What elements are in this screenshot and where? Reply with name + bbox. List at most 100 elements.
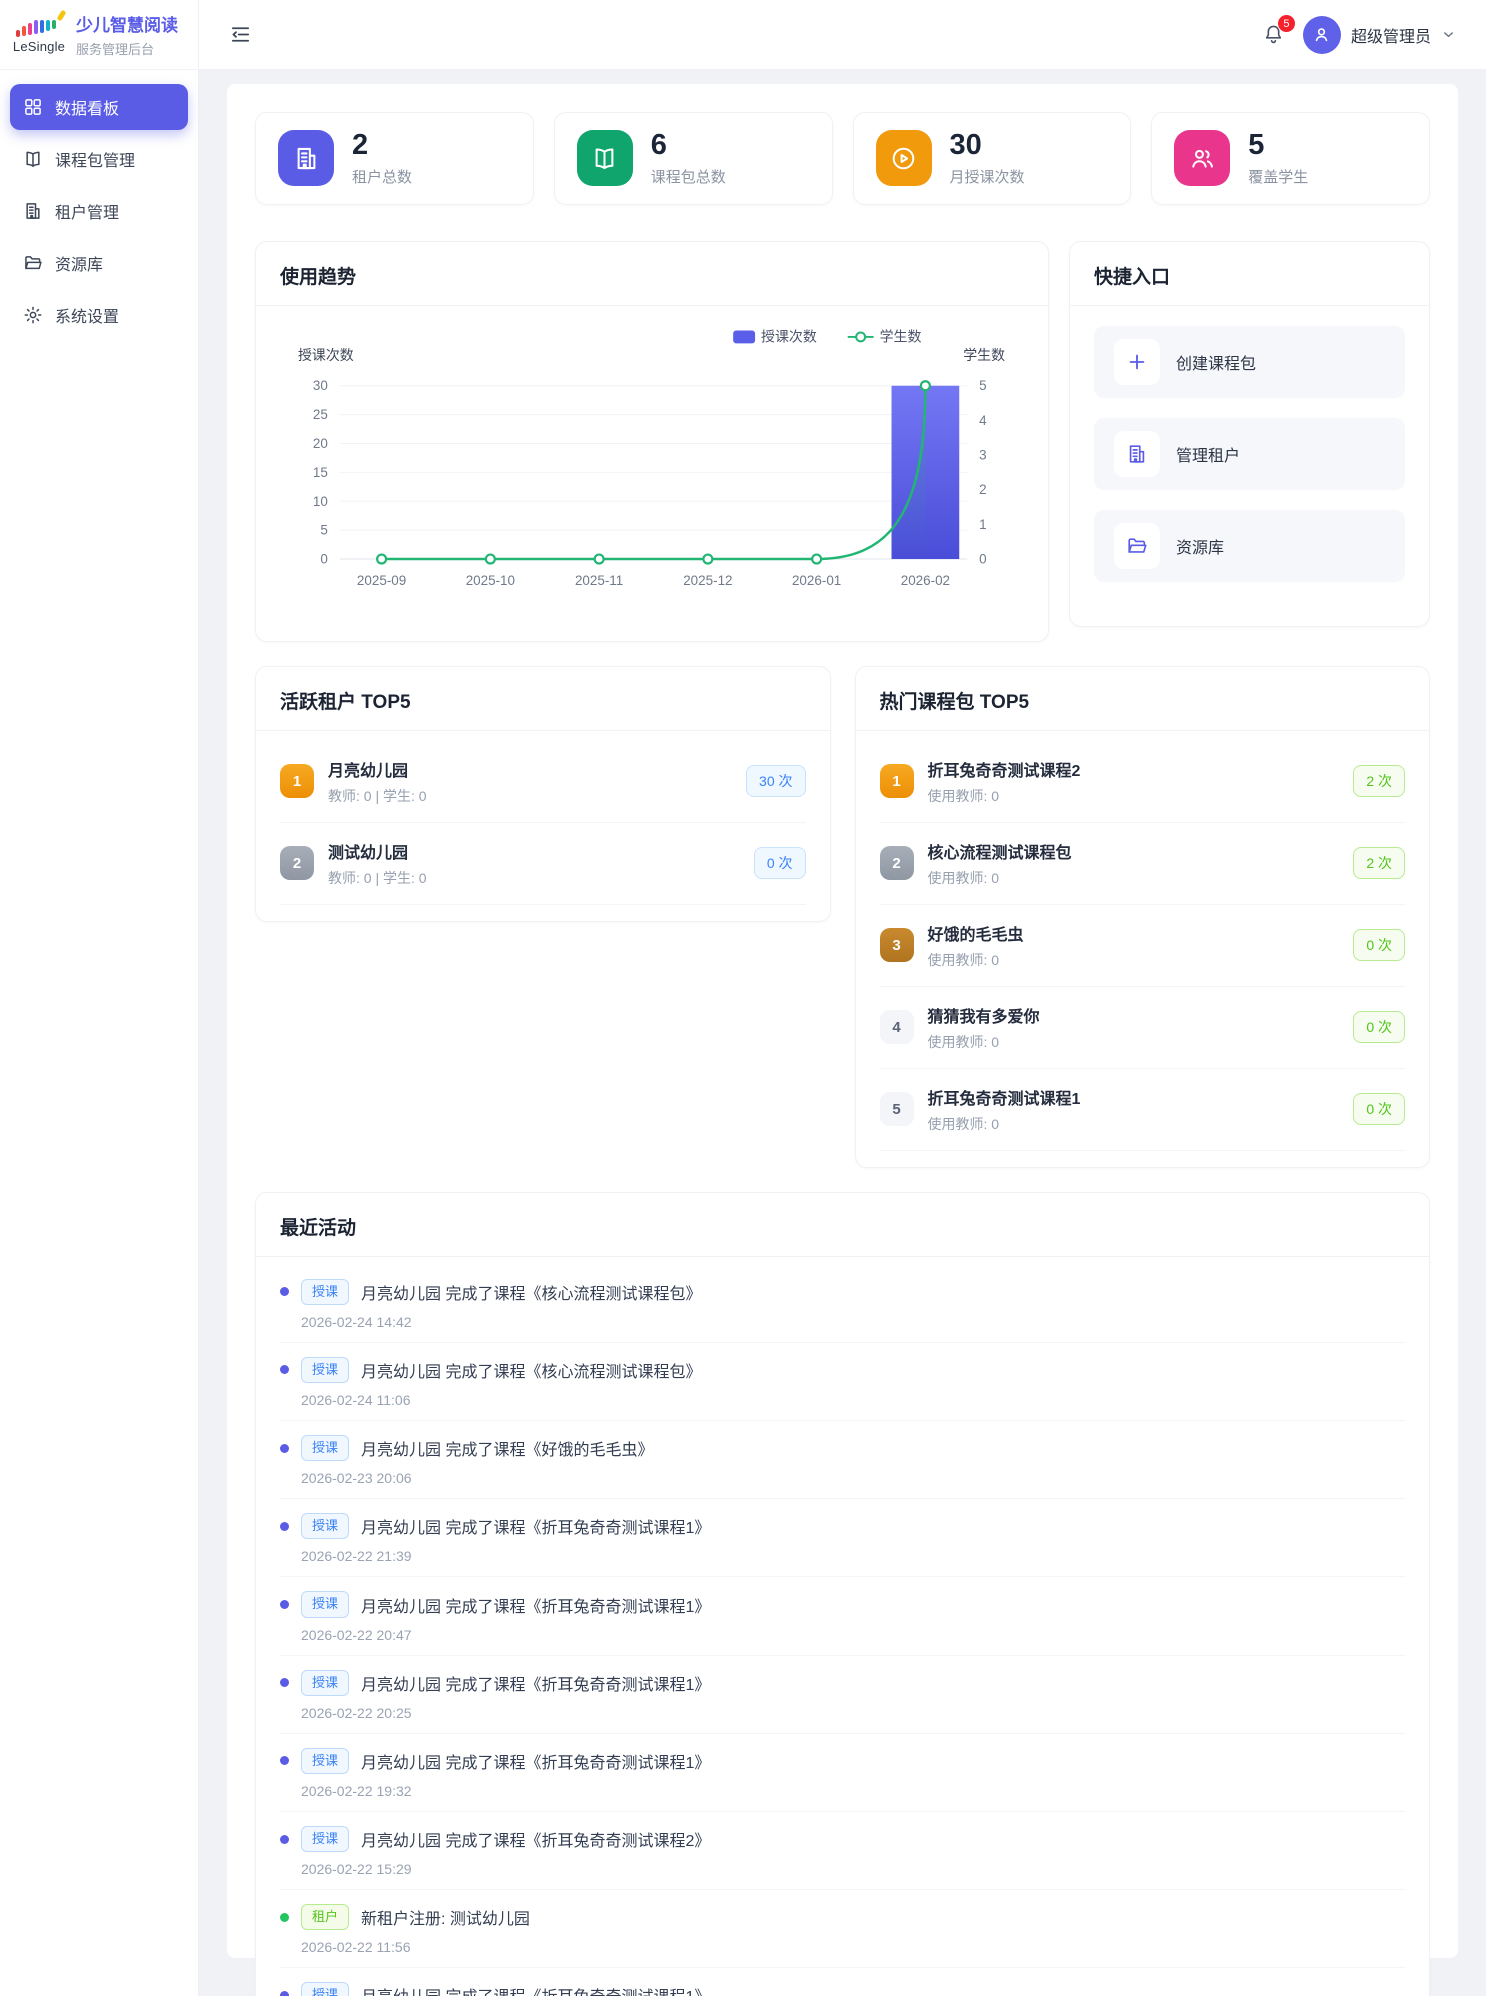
- building-icon: [23, 201, 43, 221]
- package-sub: 使用教师: 0: [928, 950, 1024, 970]
- top5-row: 活跃租户 TOP5 1 月亮幼儿园 教师: 0 | 学生: 0: [255, 666, 1430, 1168]
- activity-tag: 租户: [301, 1904, 349, 1930]
- recent-activity-title: 最近活动: [280, 1213, 1405, 1240]
- package-rank-row: 5 折耳兔奇奇测试课程1 使用教师: 0 0 次: [880, 1069, 1406, 1151]
- page-content: 2 租户总数 6 课程包总数: [199, 70, 1486, 1996]
- hot-packages-card: 热门课程包 TOP5 1 折耳兔奇奇测试课程2 使用教师: 0: [855, 666, 1431, 1168]
- activity-tag: 授课: [301, 1826, 349, 1852]
- usage-trend-card: 使用趋势 051015202530012345授课次数学生数授课次数学生数202…: [255, 241, 1049, 642]
- activity-time: 2026-02-22 21:39: [301, 1548, 1405, 1564]
- svg-text:3: 3: [979, 447, 986, 462]
- stat-label: 覆盖学生: [1248, 166, 1308, 187]
- stat-value: 5: [1248, 130, 1308, 162]
- sidebar-item[interactable]: 系统设置: [10, 292, 188, 338]
- dashboard-container: 2 租户总数 6 课程包总数: [227, 84, 1458, 1958]
- package-rank-row: 4 猜猜我有多爱你 使用教师: 0 0 次: [880, 987, 1406, 1069]
- app-subtitle: 服务管理后台: [76, 39, 178, 58]
- svg-text:2025-12: 2025-12: [683, 573, 732, 588]
- svg-text:0: 0: [979, 551, 986, 566]
- package-name: 好饿的毛毛虫: [928, 921, 1024, 945]
- svg-text:0: 0: [320, 551, 327, 566]
- quick-entry-label: 创建课程包: [1176, 350, 1256, 374]
- svg-text:2026-02: 2026-02: [901, 573, 950, 588]
- svg-text:10: 10: [313, 494, 328, 509]
- quick-entry-item[interactable]: 资源库: [1094, 510, 1405, 582]
- sidebar-item-label: 租户管理: [55, 199, 119, 223]
- activity-time: 2026-02-22 20:47: [301, 1627, 1405, 1643]
- activity-time: 2026-02-23 20:06: [301, 1470, 1405, 1486]
- count-badge: 0 次: [754, 847, 806, 879]
- tenant-rank-row: 1 月亮幼儿园 教师: 0 | 学生: 0 30 次: [280, 741, 806, 823]
- svg-text:授课次数: 授课次数: [298, 347, 354, 363]
- count-badge: 0 次: [1353, 1011, 1405, 1043]
- quick-entry-item[interactable]: 管理租户: [1094, 418, 1405, 490]
- sidebar-item-label: 资源库: [55, 251, 103, 275]
- user-menu[interactable]: 超级管理员: [1303, 16, 1456, 54]
- activity-tag: 授课: [301, 1513, 349, 1539]
- stat-label: 租户总数: [352, 166, 412, 187]
- topbar: 5 超级管理员: [199, 0, 1486, 70]
- rank-badge: 2: [880, 846, 914, 880]
- stat-card: 5 覆盖学生: [1151, 112, 1430, 205]
- activity-item: 授课 月亮幼儿园 完成了课程《好饿的毛毛虫》 2026-02-23 20:06: [280, 1421, 1405, 1499]
- activity-item: 租户 新租户注册: 测试幼儿园 2026-02-22 11:56: [280, 1890, 1405, 1968]
- package-rank-row: 3 好饿的毛毛虫 使用教师: 0 0 次: [880, 905, 1406, 987]
- rank-badge: 1: [280, 764, 314, 798]
- main-area: 5 超级管理员: [199, 0, 1486, 1996]
- count-badge: 30 次: [746, 765, 805, 797]
- sidebar-item[interactable]: 数据看板: [10, 84, 188, 130]
- activity-text: 新租户注册: 测试幼儿园: [361, 1905, 530, 1929]
- sidebar-item[interactable]: 课程包管理: [10, 136, 188, 182]
- activity-item: 授课 月亮幼儿园 完成了课程《折耳兔奇奇测试课程1》 2026-02-21 20…: [280, 1968, 1405, 1996]
- activity-text: 月亮幼儿园 完成了课程《好饿的毛毛虫》: [361, 1436, 653, 1460]
- play-circle-icon: [876, 130, 932, 186]
- tenant-name: 月亮幼儿园: [328, 757, 427, 781]
- tenant-name: 测试幼儿园: [328, 839, 427, 863]
- svg-text:1: 1: [979, 517, 986, 532]
- trend-row: 使用趋势 051015202530012345授课次数学生数授课次数学生数202…: [255, 241, 1430, 642]
- package-name: 核心流程测试课程包: [928, 839, 1072, 863]
- svg-text:学生数: 学生数: [880, 328, 922, 344]
- quick-entry-item[interactable]: 创建课程包: [1094, 326, 1405, 398]
- avatar: [1303, 16, 1341, 54]
- svg-text:20: 20: [313, 436, 328, 451]
- activity-dot: [280, 1522, 289, 1531]
- people-icon: [1174, 130, 1230, 186]
- svg-text:2025-09: 2025-09: [357, 573, 406, 588]
- logo-bars-icon: [16, 15, 62, 39]
- stat-value: 6: [651, 130, 726, 162]
- quick-entry-card: 快捷入口 创建课程包 管理租户: [1069, 241, 1430, 627]
- svg-text:2026-01: 2026-01: [792, 573, 841, 588]
- activity-text: 月亮幼儿园 完成了课程《折耳兔奇奇测试课程2》: [361, 1827, 710, 1851]
- usage-trend-chart: 051015202530012345授课次数学生数授课次数学生数2025-092…: [280, 322, 1024, 621]
- brand: LeSingle 少儿智慧阅读 服务管理后台: [0, 0, 198, 70]
- menu-fold-icon[interactable]: [229, 23, 252, 46]
- svg-text:4: 4: [979, 413, 987, 428]
- dashboard-icon: [23, 97, 43, 117]
- activity-text: 月亮幼儿园 完成了课程《折耳兔奇奇测试课程1》: [361, 1593, 710, 1617]
- package-name: 折耳兔奇奇测试课程1: [928, 1085, 1081, 1109]
- rank-badge: 5: [880, 1092, 914, 1126]
- stat-label: 课程包总数: [651, 166, 726, 187]
- rank-badge: 2: [280, 846, 314, 880]
- folder-icon: [1114, 523, 1160, 569]
- active-tenants-title: 活跃租户 TOP5: [280, 687, 806, 714]
- stat-card: 30 月授课次数: [853, 112, 1132, 205]
- sidebar-item[interactable]: 租户管理: [10, 188, 188, 234]
- activity-dot: [280, 1835, 289, 1844]
- notification-bell-icon[interactable]: 5: [1262, 23, 1285, 46]
- activity-tag: 授课: [301, 1435, 349, 1461]
- lesingle-logo: LeSingle: [12, 15, 66, 54]
- activity-dot: [280, 1913, 289, 1922]
- svg-text:学生数: 学生数: [963, 347, 1005, 363]
- tenant-rank-row: 2 测试幼儿园 教师: 0 | 学生: 0 0 次: [280, 823, 806, 905]
- chevron-down-icon: [1441, 27, 1456, 42]
- count-badge: 0 次: [1353, 929, 1405, 961]
- gear-icon: [23, 305, 43, 325]
- activity-tag: 授课: [301, 1748, 349, 1774]
- sidebar-item[interactable]: 资源库: [10, 240, 188, 286]
- activity-tag: 授课: [301, 1670, 349, 1696]
- activity-item: 授课 月亮幼儿园 完成了课程《折耳兔奇奇测试课程1》 2026-02-22 19…: [280, 1734, 1405, 1812]
- svg-text:2025-10: 2025-10: [466, 573, 515, 588]
- activity-tag: 授课: [301, 1357, 349, 1383]
